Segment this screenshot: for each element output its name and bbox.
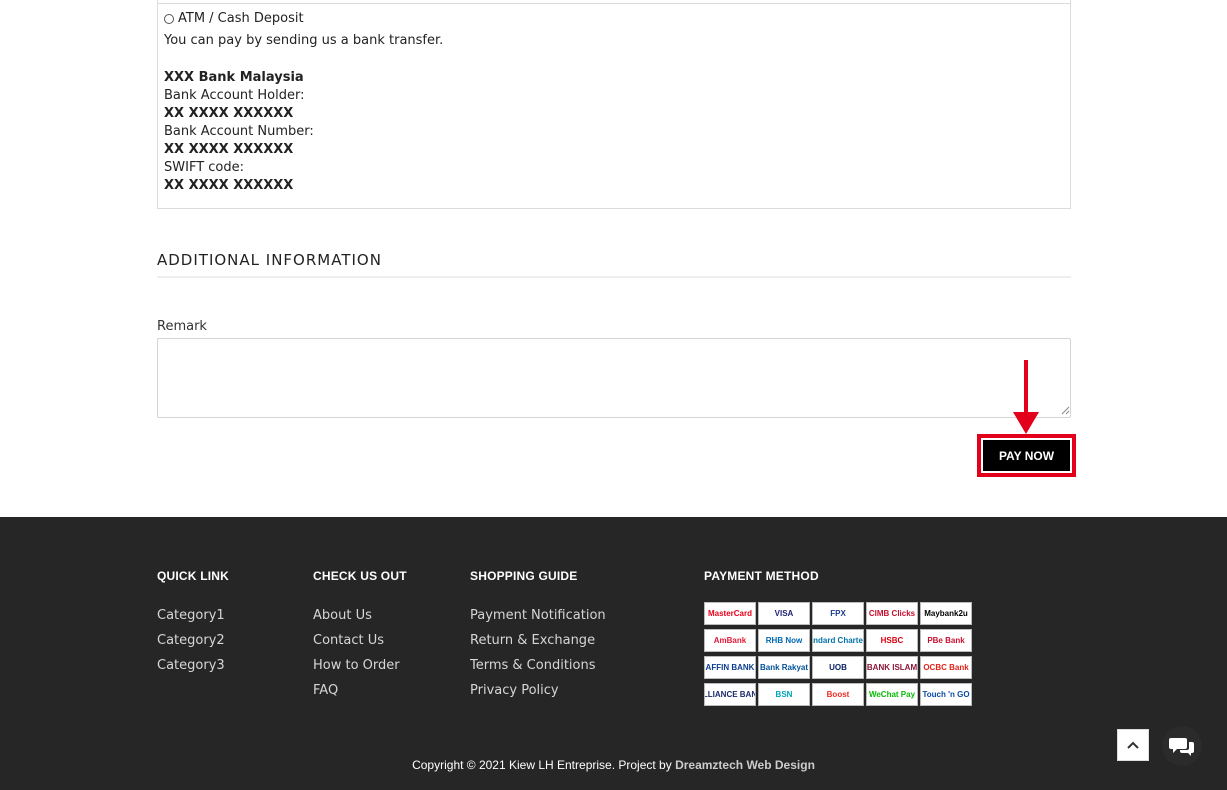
payment-option-atm[interactable]: ATM / Cash Deposit	[164, 11, 304, 26]
payment-logo: Boost	[812, 683, 864, 706]
payment-logo: ALLIANCE BANK	[704, 683, 756, 706]
footer-link-terms[interactable]: Terms & Conditions	[470, 653, 606, 678]
payment-logo: FPX	[812, 602, 864, 625]
account-number-value: XX XXXX XXXXXX	[164, 142, 294, 157]
payment-logo: AFFIN BANK	[704, 656, 756, 679]
payment-description: You can pay by sending us a bank transfe…	[164, 33, 444, 48]
account-holder-value: XX XXXX XXXXXX	[164, 106, 294, 121]
quick-link-title: QUICK LINK	[157, 569, 229, 583]
payment-method-logos: MasterCard VISA FPX CIMB Clicks Maybank2u AmB…	[704, 602, 972, 706]
annotation-arrow-shaft	[1024, 360, 1028, 416]
footer-link-category1[interactable]: Category1	[157, 603, 225, 628]
account-holder-label: Bank Account Holder:	[164, 88, 305, 103]
payment-logo: AmBank	[704, 629, 756, 652]
payment-method-title: PAYMENT METHOD	[704, 569, 819, 583]
swift-label: SWIFT code:	[164, 160, 244, 175]
chat-bubbles-icon	[1169, 738, 1194, 756]
payment-logo: Bank Rakyat	[758, 656, 810, 679]
shopping-guide-list: Payment Notification Return & Exchange T…	[470, 603, 606, 703]
remark-textarea[interactable]	[157, 338, 1071, 418]
account-number-label: Bank Account Number:	[164, 124, 314, 139]
payment-logo: RHB Now	[758, 629, 810, 652]
payment-logo: VISA	[758, 602, 810, 625]
arrow-down-icon	[1013, 412, 1039, 434]
chevron-up-icon	[1127, 741, 1139, 749]
payment-logo: PBe Bank	[920, 629, 972, 652]
payment-option-label: ATM / Cash Deposit	[178, 11, 304, 26]
payment-logo: Touch 'n GO	[920, 683, 972, 706]
footer-link-faq[interactable]: FAQ	[313, 678, 400, 703]
payment-box-divider	[157, 3, 1071, 4]
payment-logo: HSBC	[866, 629, 918, 652]
footer-link-how-to-order[interactable]: How to Order	[313, 653, 400, 678]
quick-link-list: Category1 Category2 Category3	[157, 603, 225, 678]
footer-link-payment-notification[interactable]: Payment Notification	[470, 603, 606, 628]
footer-link-contact-us[interactable]: Contact Us	[313, 628, 400, 653]
footer-link-category3[interactable]: Category3	[157, 653, 225, 678]
copyright: Copyright © 2021 Kiew LH Entreprise. Pro…	[0, 758, 1227, 772]
footer-link-about-us[interactable]: About Us	[313, 603, 400, 628]
payment-logo: CIMB Clicks	[866, 602, 918, 625]
payment-logo: BANK ISLAM	[866, 656, 918, 679]
chat-button[interactable]	[1162, 726, 1202, 766]
payment-logo: Maybank2u	[920, 602, 972, 625]
payment-logo: MasterCard	[704, 602, 756, 625]
radio-button[interactable]	[164, 13, 174, 24]
bank-details: XXX Bank Malaysia Bank Account Holder: X…	[164, 69, 314, 195]
check-us-out-list: About Us Contact Us How to Order FAQ	[313, 603, 400, 703]
payment-logo: OCBC Bank	[920, 656, 972, 679]
bank-name: XXX Bank Malaysia	[164, 70, 304, 85]
payment-logo: UOB	[812, 656, 864, 679]
check-us-out-title: CHECK US OUT	[313, 569, 407, 583]
resize-grip-icon[interactable]	[1061, 406, 1070, 415]
payment-logo: Standard Chartered	[812, 629, 864, 652]
footer-link-category2[interactable]: Category2	[157, 628, 225, 653]
footer-link-privacy-policy[interactable]: Privacy Policy	[470, 678, 606, 703]
section-divider	[157, 276, 1071, 278]
copyright-text: Copyright © 2021 Kiew LH Entreprise. Pro…	[412, 758, 672, 772]
footer-link-return-exchange[interactable]: Return & Exchange	[470, 628, 606, 653]
remark-label: Remark	[157, 319, 207, 334]
shopping-guide-title: SHOPPING GUIDE	[470, 569, 578, 583]
back-to-top-button[interactable]	[1117, 729, 1149, 761]
additional-info-title: ADDITIONAL INFORMATION	[157, 251, 382, 269]
payment-logo: WeChat Pay	[866, 683, 918, 706]
pay-now-button[interactable]: PAY NOW	[983, 440, 1070, 471]
swift-value: XX XXXX XXXXXX	[164, 178, 294, 193]
copyright-link[interactable]: Dreamztech Web Design	[675, 758, 815, 772]
payment-logo: BSN	[758, 683, 810, 706]
